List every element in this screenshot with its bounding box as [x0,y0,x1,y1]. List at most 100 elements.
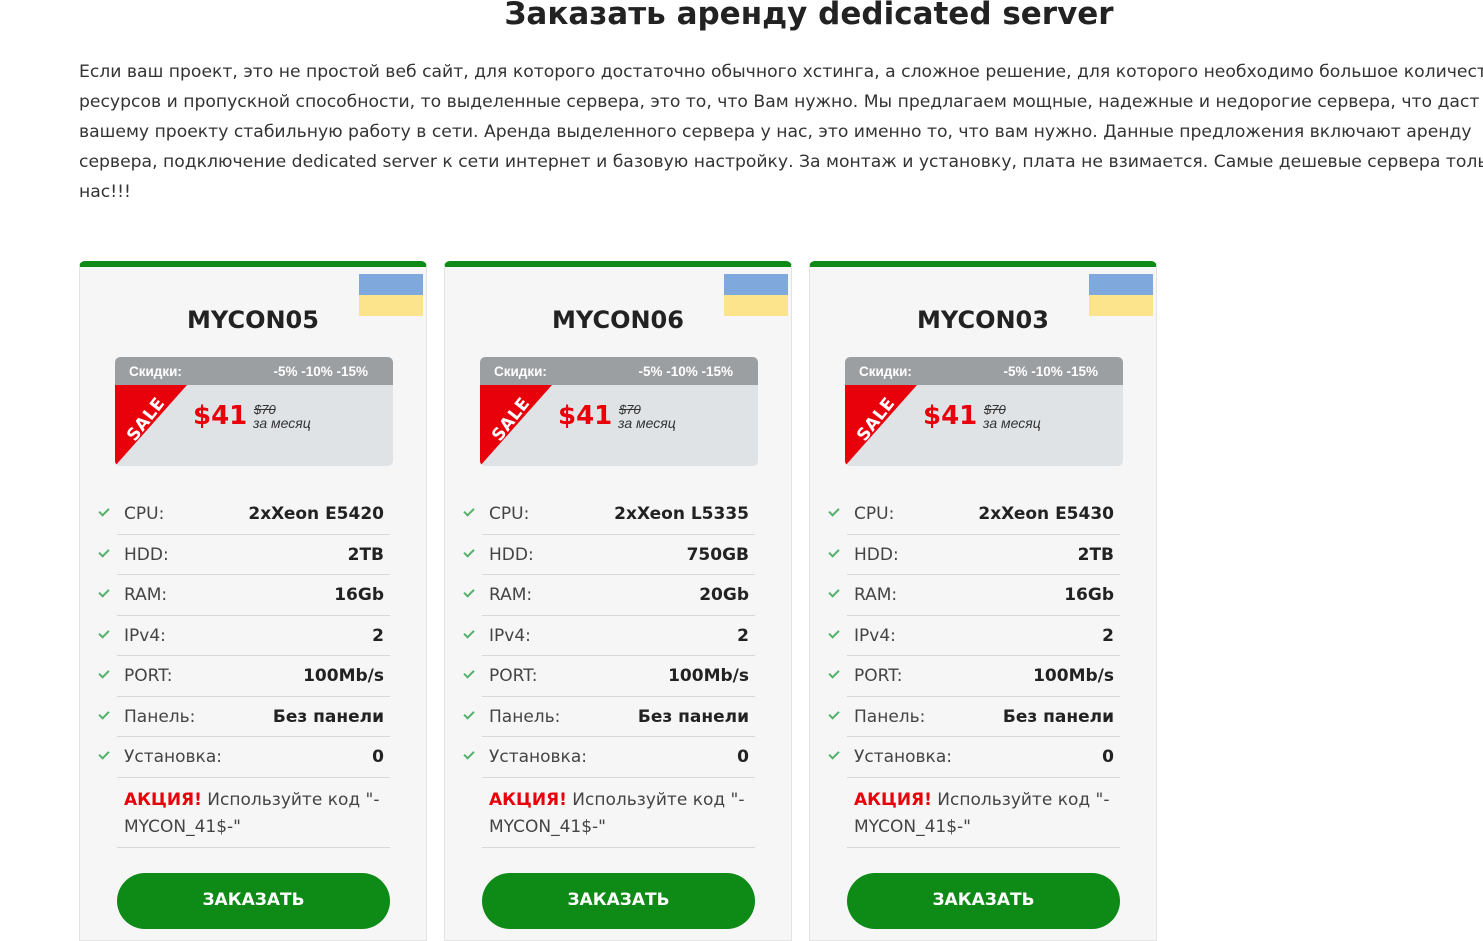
check-icon [463,586,475,598]
spec-label: Установка: [854,747,952,768]
spec-list: CPU: 2xXeon E5430 HDD: 2TB RAM: 16Gb IPv4: 2 POR… [825,494,1122,778]
spec-value: 16Gb [1064,585,1114,606]
spec-row: Установка: 0 [95,737,392,778]
spec-value: 2 [372,625,384,646]
spec-value: Без панели [1002,706,1114,727]
spec-label: PORT: [124,666,173,687]
spec-value: 0 [737,747,749,768]
spec-label: IPv4: [124,625,166,646]
spec-row: PORT: 100Mb/s [825,656,1122,697]
page-title: Заказать аренду dedicated server [504,0,1114,32]
server-name: MYCON05 [187,306,319,334]
check-icon [98,708,110,720]
spec-label: IPv4: [489,625,531,646]
discount-bar: Скидки: -5% -10% -15% [115,357,393,385]
price-period: за месяц [253,415,311,431]
discount-bar: Скидки: -5% -10% -15% [480,357,758,385]
spec-label: HDD: [489,544,534,565]
divider [117,847,390,848]
spec-value: 2TB [1077,544,1114,565]
spec-value: 20Gb [699,585,749,606]
server-card: MYCON05 Скидки: -5% -10% -15% SALE $41 $… [79,261,427,941]
spec-label: Установка: [124,747,222,768]
price-new: $41 [193,401,248,431]
promo-highlight: АКЦИЯ! [489,790,567,810]
spec-value: 100Mb/s [1033,666,1114,687]
spec-label: RAM: [489,585,533,606]
spec-row: RAM: 16Gb [825,575,1122,616]
spec-value: 2xXeon L5335 [614,504,749,525]
divider [847,847,1120,848]
promo-text: АКЦИЯ! Используйте код "-MYCON_41$-" [489,787,749,841]
spec-label: Панель: [124,706,196,727]
spec-row: HDD: 2TB [95,535,392,576]
check-icon [98,627,110,639]
promo-highlight: АКЦИЯ! [854,790,932,810]
spec-row: PORT: 100Mb/s [95,656,392,697]
check-icon [98,505,110,517]
check-icon [828,748,840,760]
spec-value: Без панели [637,706,749,727]
price-period: за месяц [983,415,1041,431]
spec-row: IPv4: 2 [460,616,757,657]
server-name: MYCON06 [552,306,684,334]
spec-label: HDD: [854,544,899,565]
spec-row: RAM: 20Gb [460,575,757,616]
order-button[interactable]: ЗАКАЗАТЬ [482,873,755,929]
spec-row: CPU: 2xXeon E5430 [825,494,1122,535]
promo-highlight: АКЦИЯ! [124,790,202,810]
check-icon [828,505,840,517]
spec-row: HDD: 750GB [460,535,757,576]
spec-label: CPU: [854,504,895,525]
spec-label: CPU: [124,504,165,525]
spec-value: 750GB [686,544,749,565]
discount-values: -5% -10% -15% [1003,363,1098,379]
order-button[interactable]: ЗАКАЗАТЬ [847,873,1120,929]
spec-label: Панель: [489,706,561,727]
spec-row: Установка: 0 [460,737,757,778]
divider [482,847,755,848]
price-new: $41 [923,401,978,431]
spec-label: Установка: [489,747,587,768]
spec-row: CPU: 2xXeon E5420 [95,494,392,535]
spec-label: HDD: [124,544,169,565]
spec-value: 2 [737,625,749,646]
check-icon [828,586,840,598]
spec-row: PORT: 100Mb/s [460,656,757,697]
spec-value: 2xXeon E5420 [248,504,384,525]
check-icon [463,748,475,760]
spec-value: 2TB [347,544,384,565]
spec-row: Панель: Без панели [95,697,392,738]
spec-value: 0 [1102,747,1114,768]
check-icon [463,505,475,517]
sale-badge: SALE [115,385,187,466]
price-box: Скидки: -5% -10% -15% SALE $41 $70 за ме… [480,357,758,466]
spec-label: PORT: [854,666,903,687]
check-icon [828,546,840,558]
spec-value: 2xXeon E5430 [978,504,1114,525]
spec-row: Установка: 0 [825,737,1122,778]
server-card: MYCON03 Скидки: -5% -10% -15% SALE $41 $… [809,261,1157,941]
spec-value: Без панели [272,706,384,727]
check-icon [463,546,475,558]
spec-value: 16Gb [334,585,384,606]
check-icon [463,708,475,720]
price-period: за месяц [618,415,676,431]
spec-label: PORT: [489,666,538,687]
spec-row: Панель: Без панели [825,697,1122,738]
spec-list: CPU: 2xXeon E5420 HDD: 2TB RAM: 16Gb IPv4: 2 POR… [95,494,392,778]
order-button[interactable]: ЗАКАЗАТЬ [117,873,390,929]
intro-text: Если ваш проект, это не простой веб сайт… [79,62,1483,202]
spec-row: CPU: 2xXeon L5335 [460,494,757,535]
check-icon [828,708,840,720]
price-box: Скидки: -5% -10% -15% SALE $41 $70 за ме… [845,357,1123,466]
price-new: $41 [558,401,613,431]
spec-label: CPU: [489,504,530,525]
spec-row: HDD: 2TB [825,535,1122,576]
check-icon [463,627,475,639]
check-icon [98,546,110,558]
price-box: Скидки: -5% -10% -15% SALE $41 $70 за ме… [115,357,393,466]
discount-values: -5% -10% -15% [638,363,733,379]
server-name: MYCON03 [917,306,1049,334]
spec-value: 2 [1102,625,1114,646]
